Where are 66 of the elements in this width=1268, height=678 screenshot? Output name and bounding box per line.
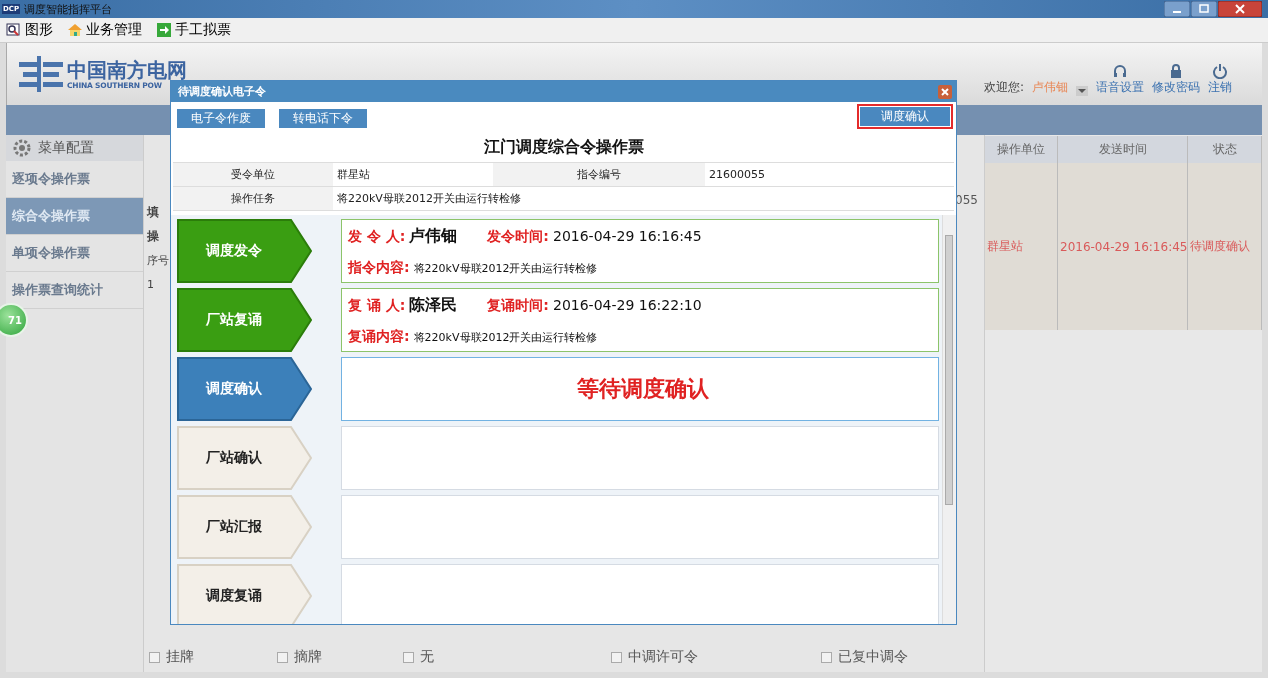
option-checkbox[interactable]: 无	[403, 648, 611, 666]
confirm-button[interactable]: 调度确认	[860, 107, 950, 126]
power-icon	[1212, 62, 1228, 79]
timestamp: 2016-04-29 16:22:10	[552, 296, 702, 313]
minimize-icon[interactable]	[1164, 1, 1190, 17]
welcome-label: 欢迎您:	[983, 78, 1024, 96]
table-cell-text: 序号	[147, 252, 170, 269]
timestamp: 2016-04-29 16:16:45	[552, 227, 702, 244]
field-label: 复诵内容:	[348, 327, 410, 346]
field-label: 发 令 人:	[348, 227, 406, 246]
logo-text: 中国南方电网	[67, 58, 187, 81]
magnifier-icon	[6, 22, 22, 38]
window-title: 调度智能指挥平台	[24, 1, 113, 17]
field-label: 复 诵 人:	[348, 296, 406, 315]
option-checkbox[interactable]: 已复中调令	[821, 648, 971, 666]
gear-icon	[12, 138, 32, 158]
dialog-title: 待调度确认电子令	[178, 84, 266, 99]
field-label: 发令时间:	[487, 227, 549, 246]
table-cell-text: 1	[147, 276, 155, 293]
action-button[interactable]: 转电话下令	[279, 108, 367, 128]
option-checkbox[interactable]: 挂牌	[149, 648, 277, 666]
scrollbar[interactable]	[942, 215, 956, 624]
step-arrow: 调度确认	[177, 357, 313, 421]
house-icon	[67, 22, 83, 38]
close-icon[interactable]	[1218, 1, 1262, 17]
field-value: 21600055	[705, 163, 954, 187]
field-label: 受令单位	[173, 163, 333, 187]
table-cell-text: 填	[147, 203, 160, 221]
field-label: 操作任务	[173, 187, 333, 211]
headphones-icon	[1112, 62, 1128, 79]
sidebar-title: 菜单配置	[38, 139, 94, 157]
table-cell: 群星站	[985, 163, 1058, 330]
instruction-text: 将220kV母联2012开关由运行转检修	[413, 329, 598, 345]
field-value: 将220kV母联2012开关由运行转检修	[333, 187, 954, 211]
header-link[interactable]: 语音设置	[1096, 62, 1144, 96]
action-button[interactable]: 电子令作废	[177, 108, 265, 128]
close-icon[interactable]	[938, 84, 952, 99]
person-name: 陈泽民	[409, 294, 458, 316]
step-arrow: 厂站确认	[177, 426, 313, 490]
option-checkbox[interactable]: 摘牌	[277, 648, 403, 666]
status-text: 等待调度确认	[576, 375, 710, 403]
menu-item[interactable]: 手工拟票	[154, 21, 233, 39]
ticket-heading: 江门调度综合令操作票	[482, 137, 645, 158]
table-cell: 待调度确认	[1188, 163, 1262, 330]
field-label: 指令内容:	[348, 258, 410, 277]
option-checkbox[interactable]: 中调许可令	[611, 648, 821, 666]
step-arrow: 调度发令	[177, 219, 313, 283]
step-arrow: 厂站汇报	[177, 495, 313, 559]
sidebar-item[interactable]: 综合令操作票	[6, 198, 143, 235]
table-cell-text: 操	[147, 227, 160, 245]
menu-item[interactable]: 业务管理	[65, 21, 144, 39]
field-label: 复诵时间:	[487, 296, 549, 315]
person-name: 卢伟钿	[409, 225, 458, 247]
instruction-text: 将220kV母联2012开关由运行转检修	[413, 260, 598, 276]
caret-icon[interactable]	[1076, 85, 1088, 96]
logo-icon	[19, 54, 63, 94]
lock-icon	[1168, 62, 1184, 79]
menu-item[interactable]: 图形	[4, 21, 55, 39]
step-arrow: 调度复诵	[177, 564, 313, 624]
header-link[interactable]: 注销	[1208, 62, 1232, 96]
maximize-icon[interactable]	[1191, 1, 1217, 17]
table-cell: 2016-04-29 16:16:45	[1058, 163, 1188, 330]
header-link[interactable]: 修改密码	[1152, 62, 1200, 96]
step-arrow: 厂站复诵	[177, 288, 313, 352]
sidebar-item[interactable]: 单项令操作票	[6, 235, 143, 272]
field-label: 指令编号	[493, 163, 705, 187]
